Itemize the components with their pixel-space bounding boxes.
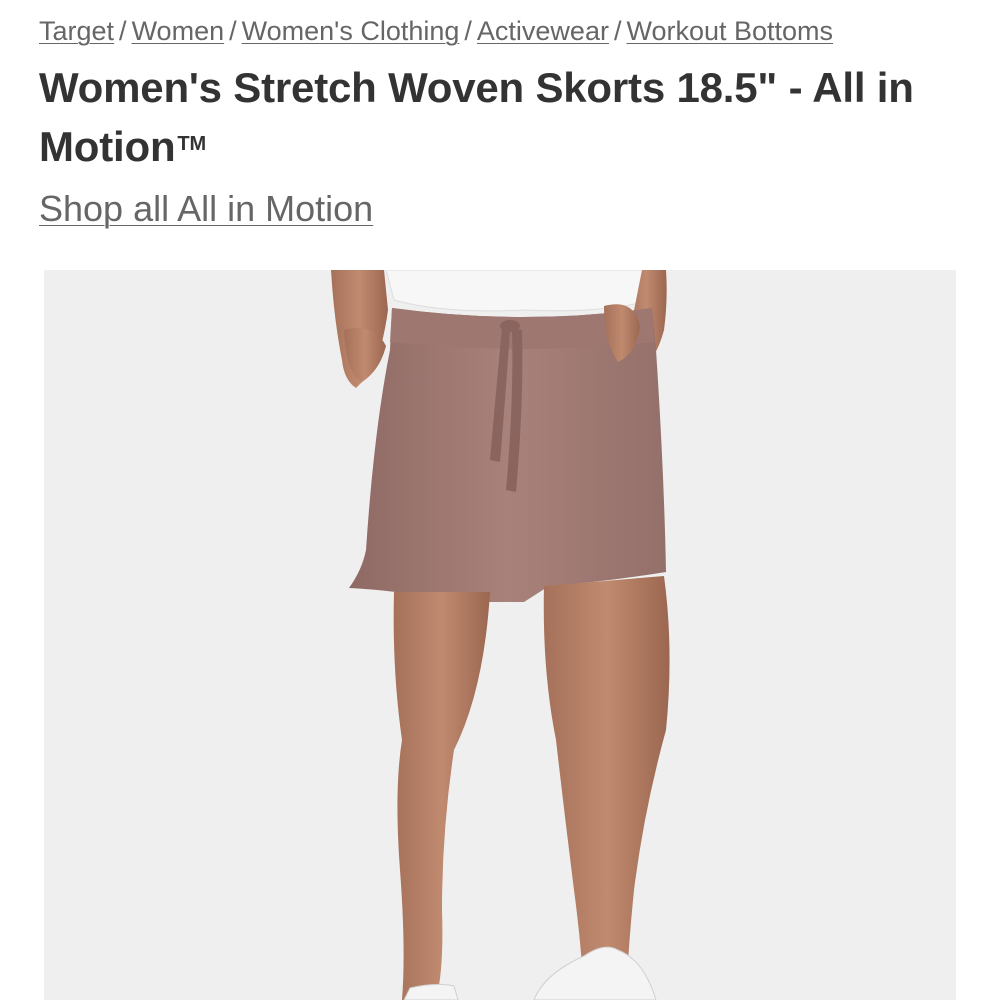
shop-brand-link[interactable]: Shop all All in Motion <box>39 187 373 231</box>
trademark-symbol: TM <box>177 133 206 155</box>
product-photo-illustration <box>331 270 670 1000</box>
right-sneaker <box>533 946 657 1000</box>
product-title: Women's Stretch Woven Skorts 18.5" - All… <box>39 60 969 175</box>
white-top <box>385 270 665 312</box>
breadcrumb: Target / Women / Women's Clothing / Activewear… <box>39 14 833 48</box>
product-image[interactable] <box>44 270 956 1000</box>
product-page: Target / Women / Women's Clothing / Activewear… <box>0 0 1000 1000</box>
breadcrumb-separator: / <box>229 16 237 46</box>
breadcrumb-link-workout-bottoms[interactable]: Workout Bottoms <box>626 16 833 46</box>
breadcrumb-separator: / <box>613 16 622 46</box>
drawstring-knot <box>500 320 520 332</box>
breadcrumb-link-womens-clothing[interactable]: Women's Clothing <box>242 16 460 46</box>
breadcrumb-separator: / <box>464 16 472 46</box>
right-leg <box>543 576 670 1000</box>
left-leg <box>393 592 490 1000</box>
breadcrumb-link-target[interactable]: Target <box>39 16 114 46</box>
product-title-text: Women's Stretch Woven Skorts 18.5" - All… <box>39 64 914 170</box>
breadcrumb-link-women[interactable]: Women <box>132 16 225 46</box>
breadcrumb-link-activewear[interactable]: Activewear <box>477 16 609 46</box>
breadcrumb-separator: / <box>119 16 127 46</box>
